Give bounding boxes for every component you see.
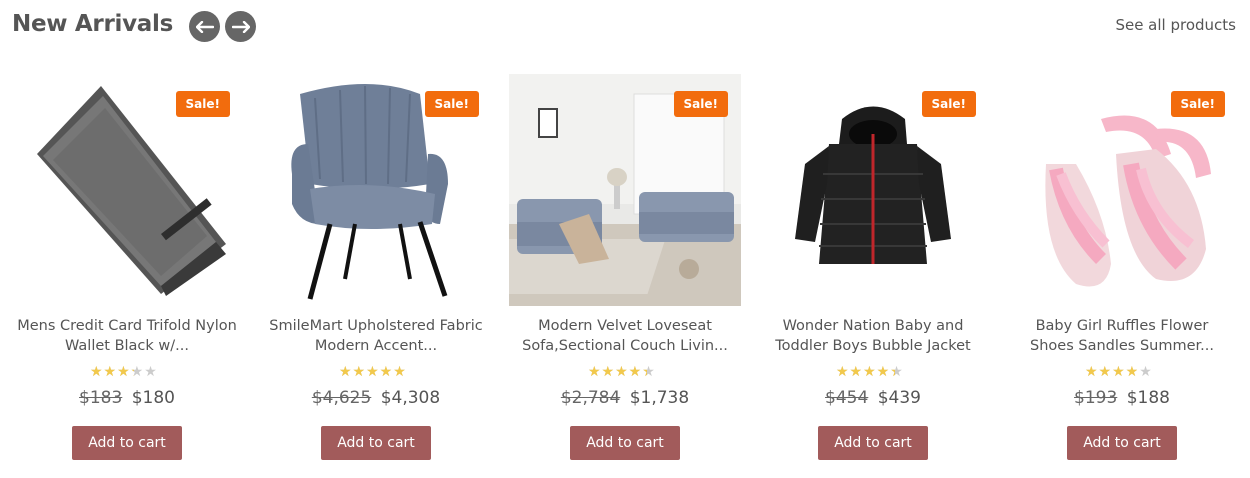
add-to-cart-button[interactable]: Add to cart bbox=[1067, 426, 1177, 460]
product-price: $454 $439 bbox=[757, 388, 989, 408]
sale-badge: Sale! bbox=[921, 91, 976, 117]
add-to-cart-button[interactable]: Add to cart bbox=[570, 426, 680, 460]
prev-button[interactable] bbox=[189, 11, 220, 42]
old-price: $2,784 bbox=[560, 388, 621, 408]
product-card: Sale! Mens Credit Card Trifold Nylon Wal… bbox=[11, 74, 243, 474]
product-price: $2,784 $1,738 bbox=[509, 388, 741, 408]
sale-price: $439 bbox=[877, 388, 921, 408]
sale-price: $180 bbox=[131, 388, 175, 408]
product-name[interactable]: Modern Velvet Loveseat Sofa,Sectional Co… bbox=[509, 316, 741, 356]
product-price: $4,625 $4,308 bbox=[260, 388, 492, 408]
product-card: Sale! Wonder Nation Baby and Toddler Boy… bbox=[757, 74, 989, 474]
product-image[interactable]: Sale! bbox=[1006, 74, 1238, 306]
section-title: New Arrivals bbox=[12, 11, 173, 37]
add-to-cart-button[interactable]: Add to cart bbox=[321, 426, 431, 460]
product-name[interactable]: Mens Credit Card Trifold Nylon Wallet Bl… bbox=[11, 316, 243, 356]
arrow-right-icon bbox=[231, 20, 250, 33]
product-card: Sale! SmileMart Upholstered Fabric Moder… bbox=[260, 74, 492, 474]
sale-price: $4,308 bbox=[380, 388, 441, 408]
add-to-cart-button[interactable]: Add to cart bbox=[818, 426, 928, 460]
sale-badge: Sale! bbox=[175, 91, 230, 117]
product-name[interactable]: Baby Girl Ruffles Flower Shoes Sandles S… bbox=[1006, 316, 1238, 356]
star-rating: ★★★★★★★★★★ bbox=[836, 364, 904, 380]
sale-badge: Sale! bbox=[1170, 91, 1225, 117]
product-price: $183 $180 bbox=[11, 388, 243, 408]
star-rating: ★★★★★★★★★★ bbox=[339, 364, 407, 380]
next-button[interactable] bbox=[225, 11, 256, 42]
product-card: Sale! Baby Girl Ruffles Flower Shoes San… bbox=[1006, 74, 1238, 474]
sale-badge: Sale! bbox=[673, 91, 728, 117]
see-all-products-link[interactable]: See all products bbox=[1115, 16, 1236, 34]
old-price: $183 bbox=[79, 388, 123, 408]
old-price: $454 bbox=[825, 388, 869, 408]
old-price: $193 bbox=[1074, 388, 1118, 408]
product-image[interactable]: Sale! bbox=[509, 74, 741, 306]
star-rating: ★★★★★★★★★★ bbox=[90, 364, 158, 380]
section-header: New Arrivals See all products bbox=[0, 0, 1250, 60]
sale-price: $188 bbox=[1126, 388, 1170, 408]
product-image[interactable]: Sale! bbox=[260, 74, 492, 306]
product-image[interactable]: Sale! bbox=[11, 74, 243, 306]
sale-badge: Sale! bbox=[424, 91, 479, 117]
product-name[interactable]: Wonder Nation Baby and Toddler Boys Bubb… bbox=[757, 316, 989, 356]
product-price: $193 $188 bbox=[1006, 388, 1238, 408]
sale-price: $1,738 bbox=[629, 388, 690, 408]
arrow-left-icon bbox=[195, 20, 214, 33]
product-image[interactable]: Sale! bbox=[757, 74, 989, 306]
star-rating: ★★★★★★★★★★ bbox=[1085, 364, 1153, 380]
product-name[interactable]: SmileMart Upholstered Fabric Modern Acce… bbox=[260, 316, 492, 356]
add-to-cart-button[interactable]: Add to cart bbox=[72, 426, 182, 460]
star-rating: ★★★★★★★★★★ bbox=[588, 364, 656, 380]
product-card: Sale! Modern Velvet Loveseat Sofa,Sectio… bbox=[509, 74, 741, 474]
old-price: $4,625 bbox=[311, 388, 372, 408]
